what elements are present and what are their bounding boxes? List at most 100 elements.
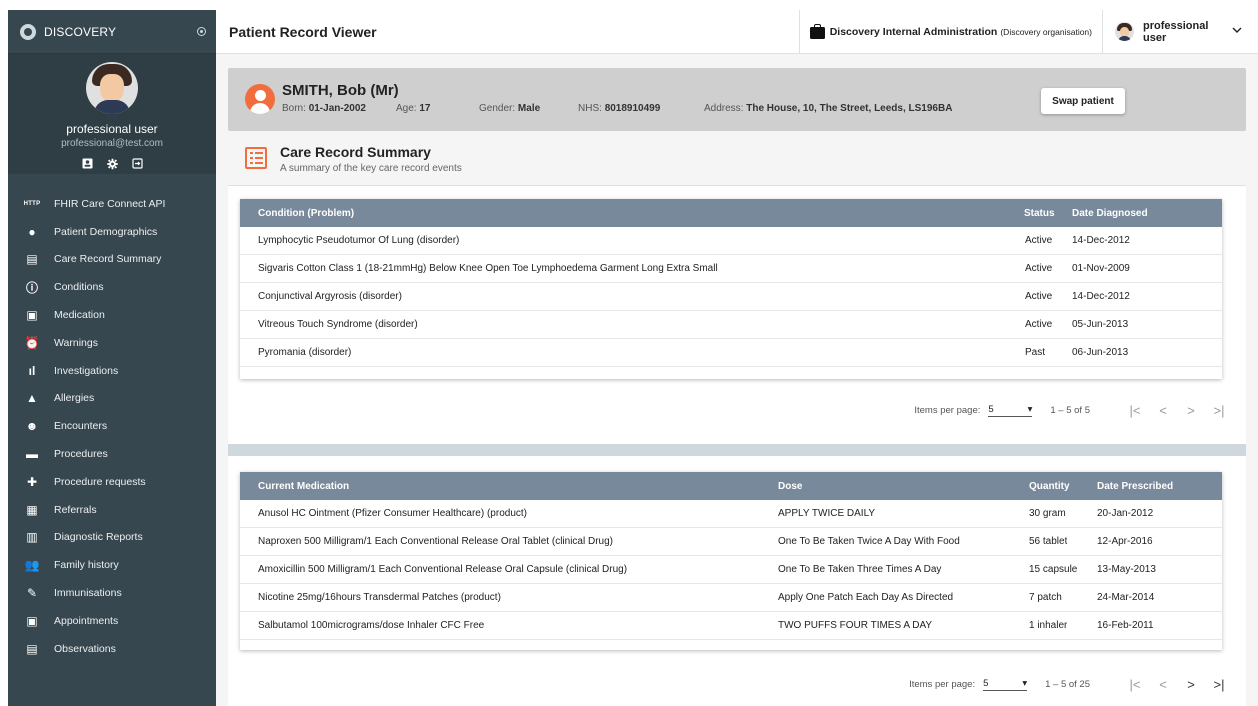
sidebar-item-label: Conditions (54, 281, 104, 294)
sidebar-item-encounters[interactable]: ☻ Encounters (8, 412, 216, 440)
medication-cell: Salbutamol 100micrograms/dose Inhaler CF… (258, 620, 485, 631)
items-per-page-select[interactable]: 5 ▾ (983, 677, 1028, 691)
chevron-down-icon (1232, 26, 1242, 37)
status-cell: Active (1025, 263, 1053, 274)
table-row[interactable]: Sigvaris Cotton Class 1 (18-21mmHg) Belo… (240, 255, 1222, 283)
medication-panel: Current Medication Dose Quantity Date Pr… (228, 456, 1246, 706)
patient-gender: Gender: Male (479, 103, 541, 114)
section-subtitle: A summary of the key care record events (280, 163, 462, 174)
sidebar-item-care-record-summary[interactable]: ▤ Care Record Summary (8, 246, 216, 274)
sidebar-item-label: Care Record Summary (54, 253, 162, 266)
quantity-cell: 56 tablet (1029, 536, 1068, 547)
next-page-icon[interactable]: > (1180, 403, 1202, 418)
conditions-panel: Condition (Problem) Status Date Diagnose… (228, 186, 1246, 444)
sidebar-item-label: Encounters (54, 420, 108, 433)
sidebar-item-diagnostic-reports[interactable]: ▥ Diagnostic Reports (8, 524, 216, 552)
last-page-icon[interactable]: >| (1208, 403, 1230, 418)
first-page-icon[interactable]: |< (1124, 403, 1146, 418)
patient-address: Address: The House, 10, The Street, Leed… (704, 103, 953, 114)
sidebar-item-immunisations[interactable]: ✎ Immunisations (8, 579, 216, 607)
sidebar-item-fhir[interactable]: HTTP FHIR Care Connect API (8, 190, 216, 218)
sidebar-item-referrals[interactable]: ▦ Referrals (8, 496, 216, 524)
sidebar-item-procedure-requests[interactable]: ✚ Procedure requests (8, 468, 216, 496)
conditions-table: Condition (Problem) Status Date Diagnose… (240, 199, 1222, 379)
date-cell: 01-Nov-2009 (1072, 263, 1130, 274)
table-row[interactable]: Salbutamol 100micrograms/dose Inhaler CF… (240, 612, 1222, 640)
sidebar-item-medication[interactable]: ▣ Medication (8, 301, 216, 329)
dose-cell: TWO PUFFS FOUR TIMES A DAY (778, 620, 933, 631)
items-per-page-label: Items per page: (909, 678, 976, 690)
event-note-icon: ▤ (26, 641, 38, 656)
patient-name: SMITH, Bob (Mr) (282, 82, 399, 99)
dose-cell: One To Be Taken Three Times A Day (778, 564, 942, 575)
column-header-status[interactable]: Status (1024, 208, 1055, 219)
sidebar-item-investigations[interactable]: ıl Investigations (8, 357, 216, 385)
brand-name: DISCOVERY (44, 24, 117, 39)
date-cell: 12-Apr-2016 (1097, 536, 1153, 547)
date-cell: 06-Jun-2013 (1072, 347, 1129, 358)
logout-icon[interactable] (131, 158, 143, 169)
table-row[interactable]: Anusol HC Ointment (Pfizer Consumer Heal… (240, 500, 1222, 528)
sidebar-item-family-history[interactable]: 👥 Family history (8, 551, 216, 579)
section-divider (228, 444, 1246, 456)
column-header-quantity[interactable]: Quantity (1029, 481, 1070, 492)
radio-toggle-icon[interactable] (197, 27, 206, 36)
date-cell: 14-Dec-2012 (1072, 291, 1130, 302)
gear-icon[interactable] (106, 158, 118, 169)
table-row[interactable]: Pyromania (disorder) Past 06-Jun-2013 (240, 339, 1222, 367)
previous-page-icon[interactable]: < (1152, 677, 1174, 692)
sidebar-item-label: Immunisations (54, 587, 122, 600)
range-label: 1 – 5 of 25 (1045, 678, 1090, 690)
status-cell: Past (1025, 347, 1046, 358)
items-per-page-select[interactable]: 5 ▾ (988, 404, 1033, 417)
sidebar-item-procedures[interactable]: ▬ Procedures (8, 440, 216, 468)
column-header-date-diagnosed[interactable]: Date Diagnosed (1072, 208, 1148, 219)
section-title: Care Record Summary (280, 144, 431, 160)
list-alt-icon: ▤ (26, 252, 38, 267)
table-row[interactable]: Conjunctival Argyrosis (disorder) Active… (240, 283, 1222, 311)
people-outline-icon: 👥 (24, 558, 40, 573)
sidebar-item-observations[interactable]: ▤ Observations (8, 635, 216, 663)
column-header-medication[interactable]: Current Medication (258, 481, 349, 492)
error-outline-icon: ⓘ (25, 280, 38, 295)
sidebar-item-label: Diagnostic Reports (54, 531, 143, 544)
sidebar-item-conditions[interactable]: ⓘ Conditions (8, 273, 216, 301)
sidebar: DISCOVERY professional user professional… (8, 10, 216, 706)
sidebar-item-warnings[interactable]: ⏰ Warnings (8, 329, 216, 357)
table-row[interactable]: Lymphocytic Pseudotumor Of Lung (disorde… (240, 227, 1222, 255)
date-cell: 14-Dec-2012 (1072, 235, 1130, 246)
medication-cell: Nicotine 25mg/16hours Transdermal Patche… (258, 592, 501, 603)
dose-cell: Apply One Patch Each Day As Directed (778, 592, 954, 603)
table-row[interactable]: Vitreous Touch Syndrome (disorder) Activ… (240, 311, 1222, 339)
last-page-icon[interactable]: >| (1208, 677, 1230, 692)
organisation-selector[interactable]: Discovery Internal Administration (Disco… (798, 9, 1102, 54)
event-icon: ▣ (26, 613, 38, 628)
table-row[interactable]: Naproxen 500 Milligram/1 Each Convention… (240, 528, 1222, 556)
sidebar-item-allergies[interactable]: ▲ Allergies (8, 385, 216, 413)
profile-actions (82, 158, 143, 169)
first-page-icon[interactable]: |< (1124, 677, 1146, 692)
condition-cell: Sigvaris Cotton Class 1 (18-21mmHg) Belo… (258, 263, 718, 274)
status-cell: Active (1025, 291, 1053, 302)
briefcase-icon (809, 23, 825, 39)
table-row[interactable]: Amoxicillin 500 Milligram/1 Each Convent… (240, 556, 1222, 584)
swap-patient-button[interactable]: Swap patient (1041, 88, 1125, 114)
column-header-condition[interactable]: Condition (Problem) (258, 208, 354, 219)
table-row[interactable]: Nicotine 25mg/16hours Transdermal Patche… (240, 584, 1222, 612)
account-box-icon[interactable] (82, 158, 93, 169)
user-menu[interactable]: professional user (1102, 9, 1258, 54)
organisation-type: (Discovery organisation) (1000, 26, 1092, 37)
next-page-icon[interactable]: > (1180, 677, 1202, 692)
assessment-icon: ▥ (26, 530, 38, 545)
sidebar-item-label: Medication (54, 309, 105, 322)
quantity-cell: 15 capsule (1029, 564, 1078, 575)
sidebar-item-appointments[interactable]: ▣ Appointments (8, 607, 216, 635)
face-icon: ☻ (25, 419, 39, 434)
column-header-dose[interactable]: Dose (778, 481, 802, 492)
caret-down-icon: ▾ (1022, 677, 1028, 689)
sidebar-item-patient-demographics[interactable]: ● Patient Demographics (8, 218, 216, 246)
date-cell: 05-Jun-2013 (1072, 319, 1129, 330)
condition-cell: Conjunctival Argyrosis (disorder) (258, 291, 402, 302)
previous-page-icon[interactable]: < (1152, 403, 1174, 418)
column-header-date-prescribed[interactable]: Date Prescribed (1097, 481, 1173, 492)
